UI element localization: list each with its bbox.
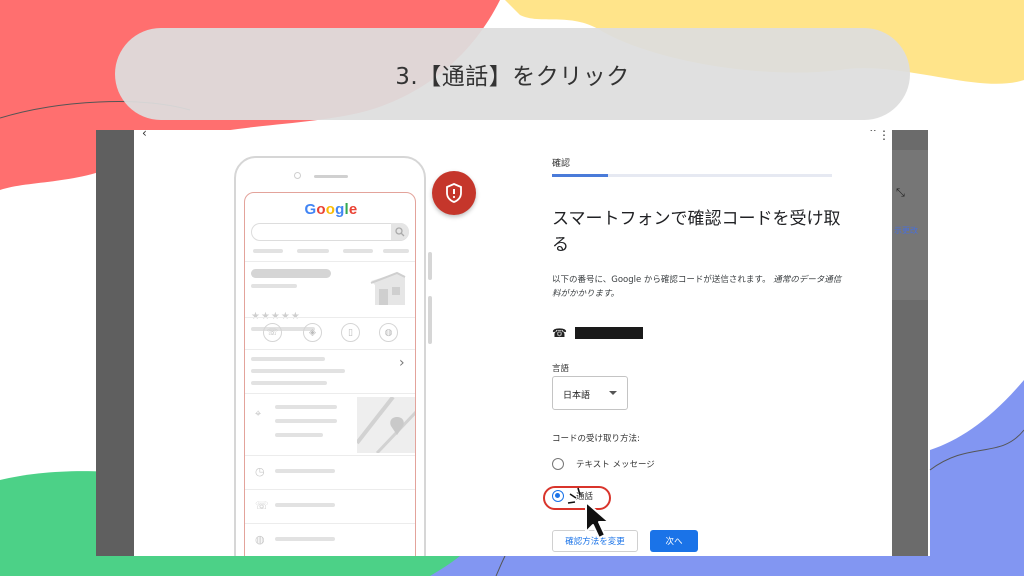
method-label: コードの受け取り方法: — [552, 434, 640, 444]
language-select[interactable]: 日本語 — [552, 376, 628, 410]
language-label: 言語 — [552, 364, 570, 374]
slide-title: 3.【通話】をクリック — [115, 28, 910, 120]
phone-illustration: Google ★★★★★ — [234, 156, 432, 556]
screenshot-panel: ‹ ⋮ Google ☏ ◈ ▯ ◍ › ⌖ ◷ ☏ ◍ 確認 スマートフォンで… — [96, 130, 928, 556]
collapse-icon[interactable]: ⌃ — [868, 130, 878, 140]
mock-text-line — [251, 357, 325, 361]
mock-divider — [245, 393, 415, 394]
search-icon — [395, 227, 405, 237]
google-logo: Google — [304, 201, 358, 218]
directions-icon: ◈ — [303, 323, 322, 342]
radio-option-text-message[interactable]: テキスト メッセージ — [552, 456, 655, 472]
chevron-right-icon: › — [399, 355, 405, 371]
mock-business-name — [251, 269, 331, 278]
language-value: 日本語 — [563, 391, 591, 401]
radio-label: テキスト メッセージ — [576, 460, 655, 470]
next-button[interactable]: 次へ — [650, 530, 698, 552]
globe-icon: ◍ — [379, 323, 398, 342]
phone-camera — [294, 172, 301, 179]
storefront-icon — [370, 271, 406, 305]
back-icon[interactable]: ‹ — [142, 130, 147, 140]
map-side-text: 示更改 — [894, 226, 918, 235]
globe-icon: ◍ — [255, 533, 265, 546]
mock-divider — [245, 523, 415, 524]
description-text: 以下の番号に、Google から確認コードが送信されます。 — [552, 275, 771, 285]
verification-dialog: ‹ ⋮ Google ☏ ◈ ▯ ◍ › ⌖ ◷ ☏ ◍ 確認 スマートフォンで… — [134, 130, 892, 556]
phone-side-button — [428, 252, 432, 280]
mock-text-line — [251, 284, 297, 288]
mock-tab — [343, 249, 373, 253]
phone-side-button — [428, 296, 432, 344]
page-title: スマートフォンで確認コードを受け取る — [552, 209, 841, 255]
mock-text-line — [275, 433, 323, 437]
more-options-icon[interactable]: ⋮ — [878, 130, 890, 142]
mock-text-line — [275, 419, 337, 423]
mock-text-line — [251, 369, 345, 373]
phone-speaker — [314, 175, 348, 178]
phone-number-row: ☎ — [552, 326, 643, 340]
shield-alert-badge — [432, 171, 476, 215]
mock-text-line — [251, 381, 327, 385]
phone-icon: ☎ — [552, 326, 567, 340]
mouse-cursor-icon — [585, 501, 610, 539]
mock-search-button — [391, 223, 409, 240]
step-label: 確認 — [552, 159, 571, 169]
mock-text-line — [275, 537, 335, 541]
mock-tab — [253, 249, 283, 253]
chevron-down-icon — [609, 391, 617, 395]
mock-divider — [245, 261, 415, 262]
phone-icon: ☏ — [263, 323, 282, 342]
bookmark-icon: ▯ — [341, 323, 360, 342]
phone-screen: Google ★★★★★ — [244, 192, 416, 556]
description: 以下の番号に、Google から確認コードが送信されます。 通常のデータ通信料が… — [552, 273, 842, 301]
progress-fill — [552, 174, 608, 177]
location-pin-icon: ⌖ — [255, 407, 262, 420]
progress-bar — [552, 174, 832, 177]
shield-alert-icon — [446, 183, 462, 203]
mock-tab — [383, 249, 409, 253]
expand-icon[interactable]: ⤡ — [896, 186, 905, 200]
mock-divider — [245, 349, 415, 350]
mock-divider — [245, 489, 415, 490]
map-pin-icon — [357, 397, 415, 453]
mock-divider — [245, 455, 415, 456]
mock-tab — [297, 249, 329, 253]
mock-text-line — [275, 405, 337, 409]
clock-icon: ◷ — [255, 465, 265, 478]
redacted-phone-number — [574, 327, 643, 339]
background-map-edge: ⤡ 示更改 — [892, 130, 928, 556]
mock-search-bar — [251, 223, 409, 241]
mock-text-line — [275, 469, 335, 473]
phone-icon: ☏ — [255, 499, 269, 512]
mock-map-thumbnail — [357, 397, 415, 453]
mock-text-line — [275, 503, 335, 507]
radio-button[interactable] — [552, 458, 564, 470]
mock-divider — [245, 317, 415, 318]
